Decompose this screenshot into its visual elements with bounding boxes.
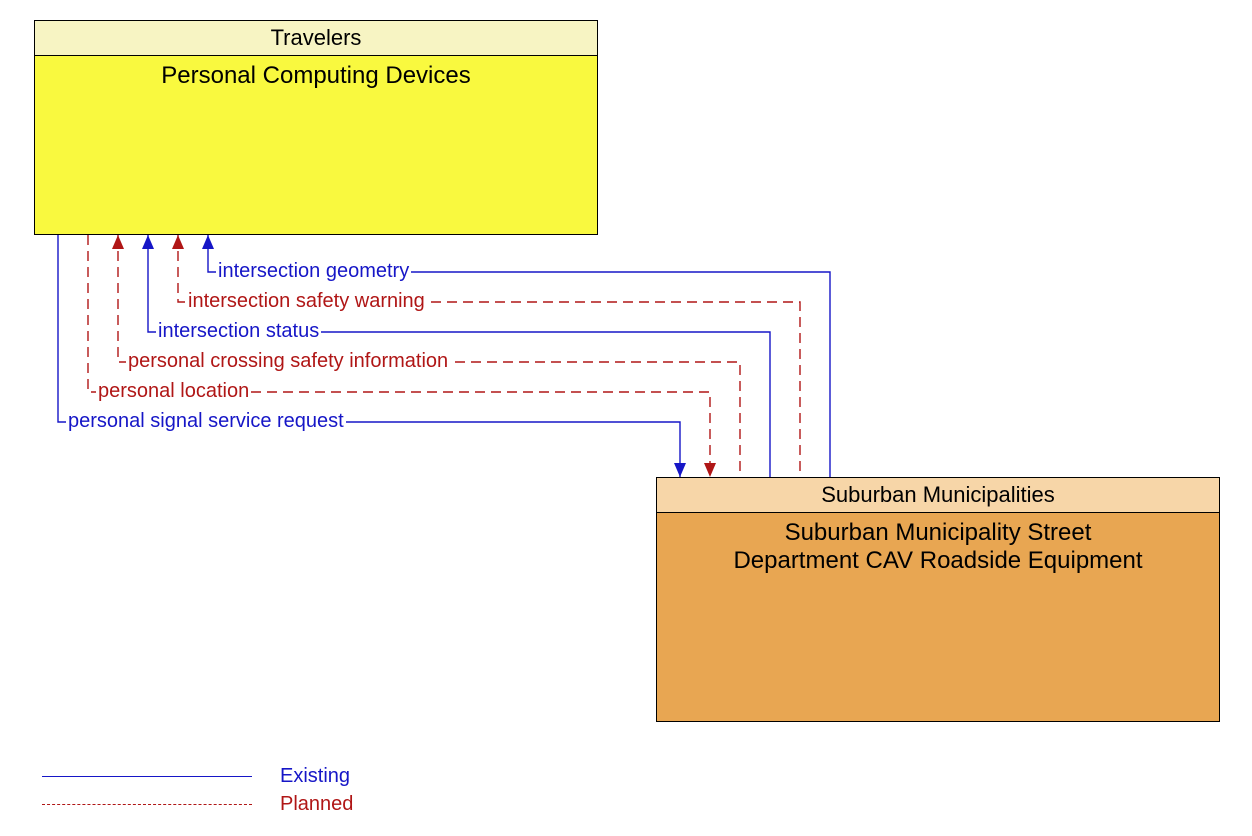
flow-personal-location-arrow — [704, 463, 716, 477]
legend-planned-line — [42, 804, 252, 805]
flow-personal-location-label: personal location — [96, 380, 251, 403]
suburban-body-line1: Suburban Municipality Street — [785, 519, 1092, 546]
legend: Existing Planned — [42, 762, 353, 818]
flow-intersection-geometry-arrow — [202, 235, 214, 249]
suburban-header: Suburban Municipalities — [657, 478, 1219, 513]
legend-existing-label: Existing — [280, 765, 350, 788]
legend-planned-label: Planned — [280, 793, 353, 816]
legend-existing-row: Existing — [42, 762, 353, 790]
travelers-header: Travelers — [35, 21, 597, 56]
flow-personal-signal-service-request-label: personal signal service request — [66, 410, 346, 433]
travelers-box: Travelers Personal Computing Devices — [34, 20, 598, 235]
flow-personal-signal-service-request-arrow — [674, 463, 686, 477]
legend-planned-row: Planned — [42, 790, 353, 818]
suburban-box: Suburban Municipalities Suburban Municip… — [656, 477, 1220, 722]
flow-intersection-safety-warning-label: intersection safety warning — [186, 290, 427, 313]
legend-existing-line — [42, 776, 252, 777]
suburban-body-line2: Department CAV Roadside Equipment — [733, 547, 1142, 574]
travelers-body: Personal Computing Devices — [35, 56, 597, 234]
flow-intersection-safety-warning-arrow — [172, 235, 184, 249]
flow-intersection-geometry-label: intersection geometry — [216, 260, 411, 283]
flow-intersection-status-arrow — [142, 235, 154, 249]
flow-personal-crossing-safety-label: personal crossing safety information — [126, 350, 450, 373]
flow-personal-crossing-safety-arrow — [112, 235, 124, 249]
flow-intersection-status-label: intersection status — [156, 320, 321, 343]
suburban-body: Suburban Municipality Street Department … — [657, 513, 1219, 721]
